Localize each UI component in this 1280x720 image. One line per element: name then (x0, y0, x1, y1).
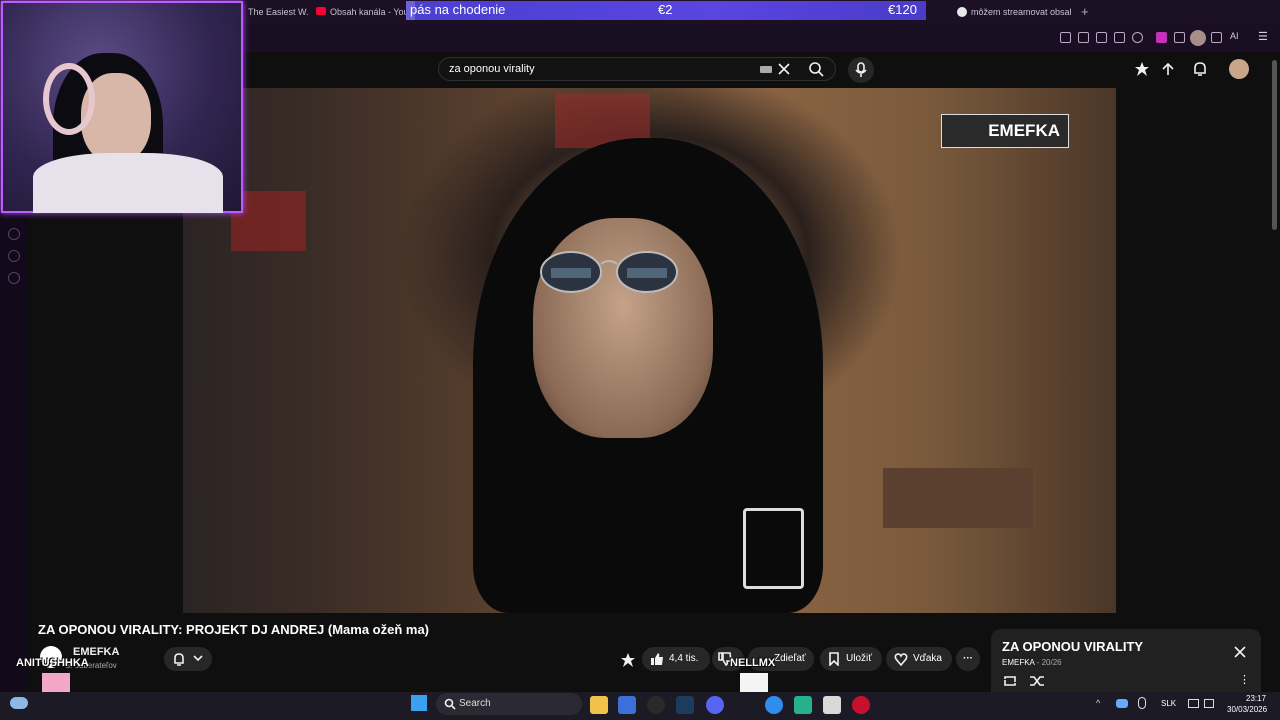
tab-easiest[interactable]: The Easiest W... (248, 0, 308, 24)
goal-text: pás na chodenie (410, 2, 506, 17)
thanks-label: Vďaka (913, 653, 942, 664)
bell-icon (174, 653, 184, 666)
crop-icon[interactable] (1078, 32, 1089, 43)
premium-icon[interactable] (620, 652, 636, 668)
taskbar-search-label: Search (459, 698, 491, 709)
clock-date[interactable]: 30/03/2026 (1227, 705, 1267, 714)
obs-icon[interactable] (647, 696, 665, 714)
onedrive-icon[interactable] (1116, 699, 1128, 708)
like-count: 4,4 tis. (669, 653, 699, 664)
streamer-shirt (33, 153, 223, 213)
download-icon[interactable] (1211, 32, 1222, 43)
store-icon[interactable] (618, 696, 636, 714)
sunglasses (540, 251, 678, 293)
menu-icon[interactable]: ☰ (1258, 30, 1268, 43)
like-button[interactable]: 4,4 tis. (642, 647, 710, 671)
playlist-panel: ZA OPONOU VIRALITY EMEFKA - 20/26 ⋮ (991, 629, 1261, 692)
playlist-meta: EMEFKA - 20/26 (1002, 658, 1062, 667)
shuffle-icon[interactable] (1029, 674, 1045, 688)
headphones (43, 63, 95, 135)
search-icon[interactable] (808, 61, 824, 77)
subscribed-bell-button[interactable] (164, 647, 212, 671)
premium-icon[interactable] (1134, 61, 1150, 77)
avatar[interactable] (1229, 59, 1249, 79)
discord-icon[interactable] (706, 696, 724, 714)
webcam-overlay (1, 1, 243, 213)
heart-icon[interactable] (1132, 32, 1143, 43)
thanks-button[interactable]: Vďaka (886, 647, 952, 671)
extension-pink-icon[interactable] (1156, 32, 1167, 43)
clear-search-icon[interactable] (777, 62, 791, 76)
sidebar-settings-icon[interactable] (8, 272, 20, 284)
thumbs-up-icon (651, 653, 663, 665)
bookmark-icon (829, 652, 839, 666)
extension-icon[interactable] (1060, 32, 1071, 43)
sidebar-player-icon[interactable] (8, 250, 20, 262)
google-icon (957, 7, 967, 17)
windows-taskbar (0, 692, 1280, 720)
ai-button[interactable]: AI (1230, 31, 1239, 41)
save-label: Uložiť (846, 653, 872, 664)
sidebar-history-icon[interactable] (8, 228, 20, 240)
youtube-icon (316, 7, 326, 15)
plus-icon[interactable]: + (1081, 4, 1089, 19)
weather-icon[interactable] (10, 697, 28, 709)
chair (883, 468, 1033, 528)
save-button[interactable]: Uložiť (820, 647, 882, 671)
app-icon[interactable] (765, 696, 783, 714)
playlist-channel[interactable]: EMEFKA (1002, 658, 1034, 667)
share-label: Zdieľať (774, 653, 806, 664)
taskbar-search[interactable]: Search (436, 693, 582, 715)
shield-icon[interactable] (1096, 32, 1107, 43)
tab-label: The Easiest W... (248, 7, 308, 17)
microphone-icon[interactable] (1138, 697, 1146, 709)
heart-dollar-icon (894, 653, 908, 666)
search-query: za oponou virality (449, 63, 535, 75)
steam-icon[interactable] (676, 696, 694, 714)
clock-time[interactable]: 23:17 (1246, 694, 1266, 703)
playlist-menu-icon[interactable]: ⋮ (1239, 673, 1250, 686)
volume-icon[interactable] (1204, 699, 1214, 708)
goal-current-amount: €2 (658, 2, 673, 17)
play-icon[interactable] (1114, 32, 1125, 43)
goal-target-amount: €120 (888, 2, 917, 17)
opera-gx-icon[interactable] (852, 696, 870, 714)
viewer-name: NELLMX (730, 657, 776, 669)
scrollbar[interactable] (1272, 60, 1277, 230)
app-icon[interactable] (794, 696, 812, 714)
tab-obsah-kanala[interactable]: Obsah kanála - You (330, 0, 406, 24)
chevron-up-icon[interactable]: ^ (1096, 698, 1100, 708)
close-icon[interactable] (1233, 645, 1247, 659)
more-actions-button[interactable]: ··· (956, 647, 980, 671)
language-indicator[interactable]: SLK (1161, 699, 1176, 708)
chevron-down-icon (193, 655, 203, 662)
network-icon[interactable] (1188, 699, 1199, 708)
donation-goal-bar: pás na chodenie €2 €120 (406, 1, 926, 20)
puzzle-icon[interactable] (1174, 32, 1185, 43)
loop-icon[interactable] (1002, 674, 1018, 688)
tab-mozem-streamovat[interactable]: môžem streamovat obsah (971, 0, 1071, 24)
search-icon (444, 698, 456, 710)
tab-label: môžem streamovat obsah (971, 7, 1071, 17)
tab-label: Obsah kanála - You (330, 7, 406, 17)
video-title: ZA OPONOU VIRALITY: PROJEKT DJ ANDREJ (M… (38, 622, 430, 637)
window-controls[interactable] (1205, 5, 1265, 17)
channel-watermark: EMEFKA (941, 114, 1069, 148)
windows-start-icon[interactable] (411, 695, 427, 711)
playlist-title[interactable]: ZA OPONOU VIRALITY (1002, 639, 1143, 654)
keyboard-icon[interactable] (760, 66, 772, 73)
shirt-logo (743, 508, 804, 589)
profile-avatar[interactable] (1190, 30, 1206, 46)
playlist-position: 20/26 (1041, 658, 1062, 667)
microphone-icon (855, 62, 867, 77)
app-icon[interactable] (823, 696, 841, 714)
viewer-name: ANITUSHHKA (16, 657, 89, 669)
upload-icon[interactable] (1160, 61, 1176, 77)
video-player[interactable] (183, 88, 1116, 613)
bell-icon[interactable] (1192, 61, 1208, 77)
file-explorer-icon[interactable] (590, 696, 608, 714)
